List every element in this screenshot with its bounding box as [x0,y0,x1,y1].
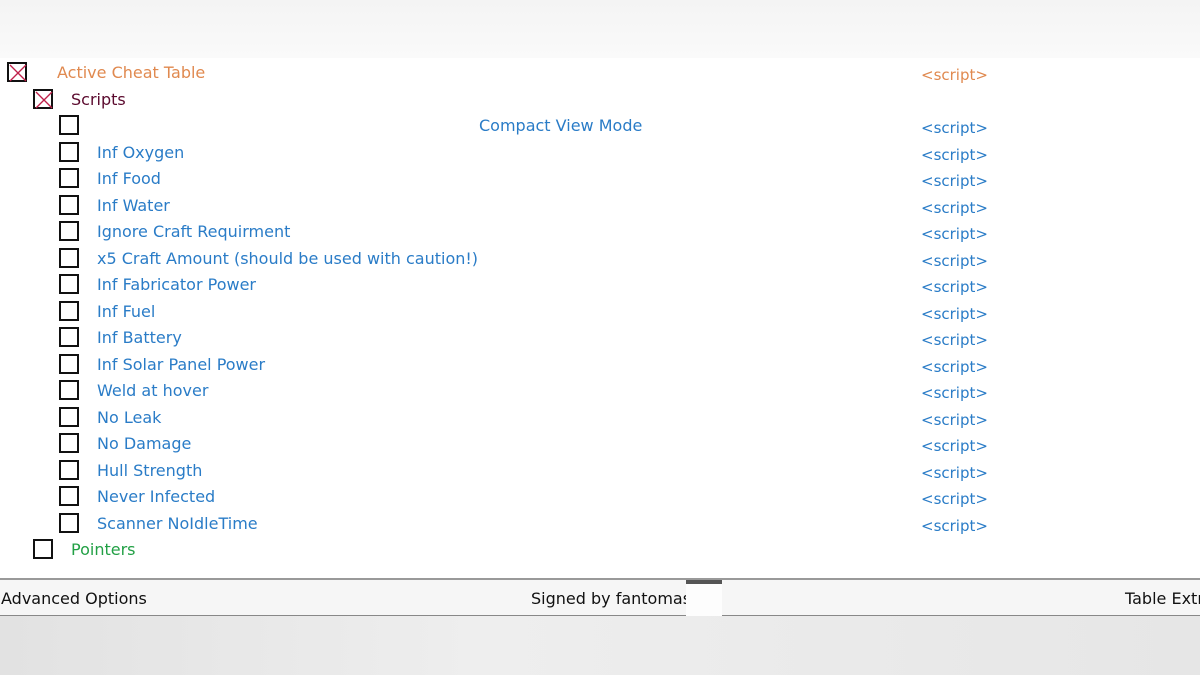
table-row[interactable]: Inf Fuel <script> [0,300,1200,327]
entry-value: <script> [921,410,988,429]
entry-description: No Damage [97,434,192,453]
activate-checkbox[interactable] [59,353,79,374]
activate-checkbox[interactable] [59,380,79,400]
table-row[interactable]: Inf Oxygen <script> [0,141,1200,168]
entry-value: <script> [921,357,988,376]
activate-checkbox[interactable] [59,274,79,294]
table-row[interactable]: Inf Food <script> [0,168,1200,194]
entry-description: Hull Strength [97,460,203,480]
entry-description: Weld at hover [97,381,209,400]
table-row[interactable]: Pointers [0,539,1200,565]
entry-value: <script> [921,463,988,482]
entry-description: Inf Oxygen [97,142,185,162]
activate-checkbox[interactable] [59,247,79,268]
table-extras-button[interactable]: Table Extr [1125,589,1200,608]
activate-checkbox[interactable] [33,88,53,109]
entry-value: <script> [921,516,988,535]
signed-by-label: Signed by fantomas [531,589,692,608]
table-row[interactable]: Inf Solar Panel Power <script> [0,353,1200,380]
entry-value: <script> [921,304,988,323]
entry-value: <script> [921,119,988,137]
activate-checkbox[interactable] [59,168,79,188]
cross-icon [35,91,53,108]
activate-checkbox[interactable] [59,512,79,533]
activate-checkbox[interactable] [59,406,79,427]
table-row[interactable]: Hull Strength <script> [0,459,1200,486]
entry-description: No Leak [97,407,162,427]
entry-value: <script> [921,172,988,190]
table-row[interactable]: Active Cheat Table <script> [0,62,1200,88]
entry-value: <script> [921,437,988,455]
activate-checkbox[interactable] [59,115,79,135]
entry-description: x5 Craft Amount (should be used with cau… [97,248,479,268]
entry-value: <script> [921,145,988,164]
activate-checkbox[interactable] [33,539,53,559]
signature-thumbnail [686,580,722,620]
activate-checkbox[interactable] [59,327,79,347]
table-row[interactable]: Inf Water <script> [0,194,1200,221]
advanced-options-button[interactable]: Advanced Options [1,589,147,608]
entry-description: Inf Food [97,169,161,188]
status-bar: Advanced Options Signed by fantomas Tabl… [0,578,1200,620]
entry-description: Inf Fuel [97,301,156,321]
entry-value: <script> [921,251,988,270]
entry-value: <script> [921,278,988,296]
table-row[interactable]: Scripts [0,88,1200,115]
entry-description: Never Infected [97,487,216,506]
cross-icon [9,64,27,82]
entry-value: <script> [921,331,988,349]
table-row[interactable]: Weld at hover <script> [0,380,1200,406]
activate-checkbox[interactable] [59,221,79,241]
entry-description: Inf Fabricator Power [97,275,256,294]
activate-checkbox[interactable] [7,62,27,82]
table-row[interactable]: Inf Fabricator Power <script> [0,274,1200,300]
entry-description: Inf Water [97,195,170,215]
entry-value: <script> [921,66,988,84]
entry-description: Inf Battery [97,328,182,347]
entry-description: Compact View Mode [479,116,643,135]
window-top-area [0,0,1200,58]
entry-value: <script> [921,225,988,243]
table-row[interactable]: Never Infected <script> [0,486,1200,512]
entry-description: Ignore Craft Requirment [97,222,291,241]
table-row[interactable]: Ignore Craft Requirment <script> [0,221,1200,247]
cheat-table-list: Active Cheat Table <script> Scripts Compact… [0,58,1200,578]
activate-checkbox[interactable] [59,459,79,480]
table-row[interactable]: No Damage <script> [0,433,1200,459]
table-row[interactable]: Compact View Mode <script> [0,115,1200,141]
entry-value: <script> [921,198,988,217]
table-row[interactable]: Inf Battery <script> [0,327,1200,353]
entry-description: Scripts [71,89,126,109]
activate-checkbox[interactable] [59,486,79,506]
entry-value: <script> [921,384,988,402]
activate-checkbox[interactable] [59,141,79,162]
entry-description: Scanner NoIdleTime [97,513,258,533]
table-row[interactable]: x5 Craft Amount (should be used with cau… [0,247,1200,274]
activate-checkbox[interactable] [59,300,79,321]
table-row[interactable]: Scanner NoIdleTime <script> [0,512,1200,539]
table-row[interactable]: No Leak <script> [0,406,1200,433]
activate-checkbox[interactable] [59,194,79,215]
entry-value: <script> [921,490,988,508]
window-bottom-area [0,616,1200,675]
activate-checkbox[interactable] [59,433,79,453]
entry-description: Pointers [71,540,136,559]
entry-description: Active Cheat Table [57,63,206,82]
entry-description: Inf Solar Panel Power [97,354,266,374]
